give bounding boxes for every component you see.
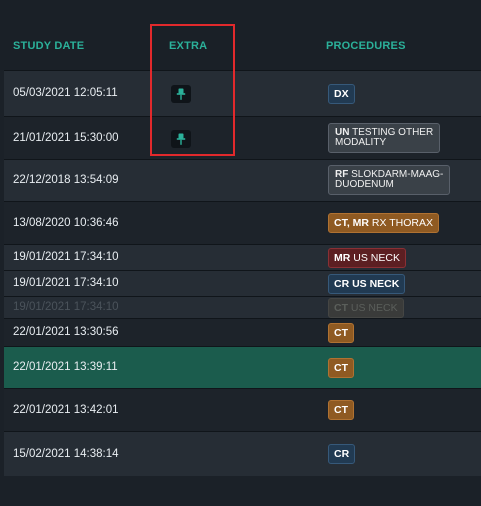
column-header-study-date[interactable]: STUDY DATE (13, 40, 84, 52)
table-row[interactable]: 05/03/2021 12:05:11 DX (4, 70, 481, 116)
procedures-cell: CR (328, 444, 356, 464)
procedure-badge[interactable]: UN TESTING OTHER MODALITY (328, 122, 441, 153)
study-date-cell: 22/01/2021 13:30:56 (13, 326, 119, 338)
procedures-cell: DX (328, 83, 355, 104)
modality-label: MR (334, 251, 351, 264)
study-date-cell: 22/01/2021 13:42:01 (13, 403, 119, 416)
table-row[interactable]: 19/01/2021 17:34:10 CR US NECK (4, 270, 481, 296)
study-date-cell: 22/12/2018 13:54:09 (13, 174, 119, 186)
pin-icon[interactable] (171, 85, 191, 103)
modality-label: CT (334, 404, 348, 416)
procedure-description: US NECK (350, 301, 398, 314)
modality-label: CR (334, 277, 350, 290)
table-row[interactable]: 22/01/2021 13:39:11 CT (4, 346, 481, 388)
procedures-cell: CR US NECK (328, 273, 406, 294)
procedure-badge[interactable]: DX (328, 83, 355, 104)
modality-label: CR (334, 448, 350, 460)
procedure-description-line2: MODALITY (335, 136, 387, 148)
table-row[interactable]: 22/12/2018 13:54:09 RF SLOKDARM-MAAG- DUOD… (4, 159, 481, 201)
table-row[interactable]: 19/01/2021 17:34:10 MR US NECK (4, 244, 481, 270)
study-date-cell: 19/01/2021 17:34:10 (13, 301, 119, 313)
procedure-badge[interactable]: CT (328, 322, 354, 343)
procedure-badge[interactable]: MR US NECK (328, 247, 406, 268)
table-row[interactable]: 15/02/2021 14:38:14 CR (4, 431, 481, 476)
procedure-description-line2: DUODENUM (335, 179, 394, 190)
study-date-cell: 19/01/2021 17:34:10 (13, 277, 119, 289)
study-date-cell: 19/01/2021 17:34:10 (13, 251, 119, 263)
modality-label: CT, MR (334, 217, 369, 229)
study-date-cell: 21/01/2021 15:30:00 (13, 131, 119, 144)
modality-label: CT (334, 326, 348, 339)
procedures-cell: CT (328, 322, 354, 343)
table-header: STUDY DATE EXTRA PROCEDURES (0, 0, 481, 70)
procedures-cell: UN TESTING OTHER MODALITY (328, 122, 441, 153)
table-row[interactable]: 21/01/2021 15:30:00 UN TESTING OTHER MODAL… (4, 116, 481, 159)
procedure-badge[interactable]: CT (328, 357, 354, 378)
column-header-procedures[interactable]: PROCEDURES (326, 40, 406, 52)
study-date-cell: 15/02/2021 14:38:14 (13, 447, 119, 460)
procedure-badge[interactable]: CR (328, 444, 356, 464)
procedure-badge[interactable]: CR US NECK (328, 273, 406, 294)
procedures-cell: CT (328, 357, 354, 378)
modality-label: CT (334, 361, 348, 374)
modality-label: CT (334, 301, 348, 314)
table-row[interactable]: 19/01/2021 17:34:10 CT US NECK (4, 296, 481, 318)
study-date-cell: 05/03/2021 12:05:11 (13, 87, 118, 99)
procedure-badge[interactable]: CT (328, 400, 354, 420)
procedures-cell: RF SLOKDARM-MAAG- DUODENUM (328, 165, 451, 195)
table-row[interactable]: 22/01/2021 13:42:01 CT (4, 388, 481, 431)
procedure-description: US NECK (353, 251, 400, 264)
table-row[interactable]: 22/01/2021 13:30:56 CT (4, 318, 481, 346)
procedures-cell: CT, MR RX THORAX (328, 213, 439, 233)
procedure-badge[interactable]: RF SLOKDARM-MAAG- DUODENUM (328, 165, 451, 195)
procedure-badge[interactable]: CT US NECK (328, 297, 404, 318)
study-date-cell: 22/01/2021 13:39:11 (13, 361, 118, 373)
procedure-description: RX THORAX (371, 217, 433, 229)
study-date-cell: 13/08/2020 10:36:46 (13, 216, 119, 229)
modality-label: DX (334, 87, 349, 100)
study-list: STUDY DATE EXTRA PROCEDURES 05/03/2021 1… (0, 0, 481, 506)
procedure-description: US NECK (352, 277, 400, 290)
procedures-cell: CT US NECK (328, 297, 404, 318)
procedures-cell: CT (328, 400, 354, 420)
table-row[interactable]: 13/08/2020 10:36:46 CT, MR RX THORAX (4, 201, 481, 244)
procedure-badge[interactable]: CT, MR RX THORAX (328, 213, 439, 233)
column-header-extra[interactable]: EXTRA (169, 40, 207, 52)
procedures-cell: MR US NECK (328, 247, 406, 268)
pin-icon[interactable] (171, 129, 191, 148)
